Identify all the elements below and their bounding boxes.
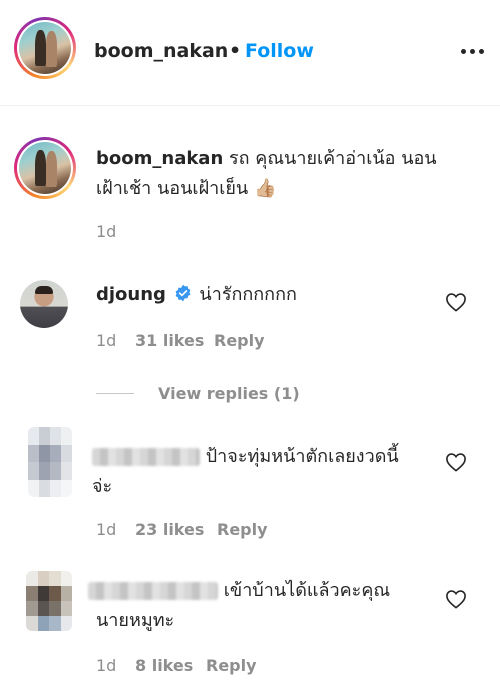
verified-badge-icon — [175, 284, 191, 302]
comment-body-line2: นายหมูทะ — [96, 610, 175, 631]
comment-text: djoung น่ารักกกกกก — [96, 280, 436, 310]
header-avatar — [19, 22, 71, 74]
comment-body-line1: เข้าบ้านได้แล้วคะคุณ — [223, 580, 391, 601]
comment-time: 1d — [96, 656, 117, 675]
reply-button[interactable]: Reply — [214, 331, 265, 350]
comment-likes[interactable]: 31 likes — [135, 331, 204, 350]
header-username[interactable]: boom_nakan — [94, 40, 228, 62]
thumbs-up-emoji: 👍🏼 — [253, 178, 277, 199]
caption-avatar — [19, 142, 71, 194]
comment-likes[interactable]: 23 likes — [135, 520, 204, 539]
comment-body-line1: ป้าจะทุ่มหน้าตักเลยงวดนี้ — [205, 446, 399, 467]
comment-time: 1d — [96, 331, 117, 350]
view-replies-line — [96, 393, 134, 394]
view-replies-button[interactable]: View replies (1) — [158, 384, 300, 403]
blurred-commenter-avatar[interactable] — [28, 427, 72, 497]
caption-line2: เฝ้าเช้า นอนเฝ้าเย็น — [96, 178, 249, 199]
reply-button[interactable]: Reply — [206, 656, 257, 675]
like-heart-icon[interactable] — [445, 292, 467, 312]
comment-username[interactable]: djoung — [96, 284, 166, 305]
comment-likes[interactable]: 8 likes — [135, 656, 193, 675]
blurred-username[interactable] — [88, 582, 218, 600]
follow-button[interactable]: Follow — [245, 40, 314, 62]
comment-body-line2: จ่ะ — [92, 476, 113, 497]
caption-text: boom_nakan รถ คุณนายเค้าอ่าเน้อ นอน เฝ้า… — [96, 144, 476, 204]
caption-time: 1d — [96, 222, 117, 241]
comment-time: 1d — [96, 520, 117, 539]
comment-body: น่ารักกกกกก — [199, 284, 297, 305]
comment-text: เข้าบ้านได้แล้วคะคุณ นายหมูทะ — [88, 576, 428, 636]
header-avatar-story-ring[interactable] — [14, 17, 76, 79]
caption-line1: รถ คุณนายเค้าอ่าเน้อ นอน — [229, 148, 437, 169]
comment-text: ป้าจะทุ่มหน้าตักเลยงวดนี้ จ่ะ — [92, 442, 432, 502]
more-options-icon[interactable] — [458, 49, 488, 55]
blurred-username[interactable] — [92, 448, 200, 466]
reply-button[interactable]: Reply — [217, 520, 268, 539]
caption-username[interactable]: boom_nakan — [96, 148, 223, 169]
blurred-commenter-avatar[interactable] — [26, 571, 72, 631]
caption-avatar-story-ring[interactable] — [14, 137, 76, 199]
post-header: boom_nakan • Follow — [0, 0, 500, 106]
like-heart-icon[interactable] — [445, 589, 467, 609]
commenter-avatar[interactable] — [20, 280, 68, 328]
like-heart-icon[interactable] — [445, 452, 467, 472]
header-separator: • — [229, 40, 242, 62]
